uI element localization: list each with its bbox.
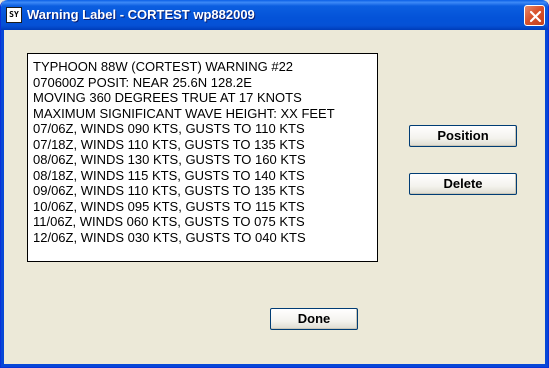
warning-line: TYPHOON 88W (CORTEST) WARNING #22	[33, 59, 294, 74]
window-border-bottom	[1, 364, 548, 367]
warning-line: 070600Z POSIT: NEAR 25.6N 128.2E	[33, 74, 252, 90]
close-icon	[529, 10, 542, 23]
done-button[interactable]: Done	[270, 308, 358, 330]
warning-line: 08/06Z, WINDS 130 KTS, GUSTS TO 160 KTS	[33, 152, 306, 167]
warning-label-dialog: SY Warning Label - CORTEST wp882009 TYPH…	[0, 0, 549, 368]
close-button[interactable]	[524, 5, 545, 26]
warning-line: 11/06Z, WINDS 060 KTS, GUSTS TO 075 KTS	[33, 214, 305, 229]
warning-line: 07/06Z, WINDS 090 KTS, GUSTS TO 110 KTS	[33, 121, 305, 136]
title-bar[interactable]: SY Warning Label - CORTEST wp882009	[1, 0, 548, 30]
warning-line: MOVING 360 DEGREES TRUE AT 17 KNOTS	[33, 90, 302, 105]
window-title: Warning Label - CORTEST wp882009	[27, 7, 255, 22]
warning-line: 08/18Z, WINDS 115 KTS, GUSTS TO 140 KTS	[33, 167, 305, 183]
warning-line: 09/06Z, WINDS 110 KTS, GUSTS TO 135 KTS	[33, 183, 305, 198]
warning-line: 07/18Z, WINDS 110 KTS, GUSTS TO 135 KTS	[33, 136, 305, 152]
app-icon: SY	[6, 7, 22, 23]
warning-text-panel: TYPHOON 88W (CORTEST) WARNING #22 070600…	[27, 53, 378, 262]
window-border-left	[1, 30, 4, 367]
position-button[interactable]: Position	[409, 125, 517, 147]
window-border-right	[545, 30, 548, 367]
warning-line: 10/06Z, WINDS 095 KTS, GUSTS TO 115 KTS	[33, 198, 305, 214]
warning-line: 12/06Z, WINDS 030 KTS, GUSTS TO 040 KTS	[33, 229, 306, 245]
delete-button[interactable]: Delete	[409, 173, 517, 195]
warning-line: MAXIMUM SIGNIFICANT WAVE HEIGHT: XX FEET	[33, 105, 335, 121]
